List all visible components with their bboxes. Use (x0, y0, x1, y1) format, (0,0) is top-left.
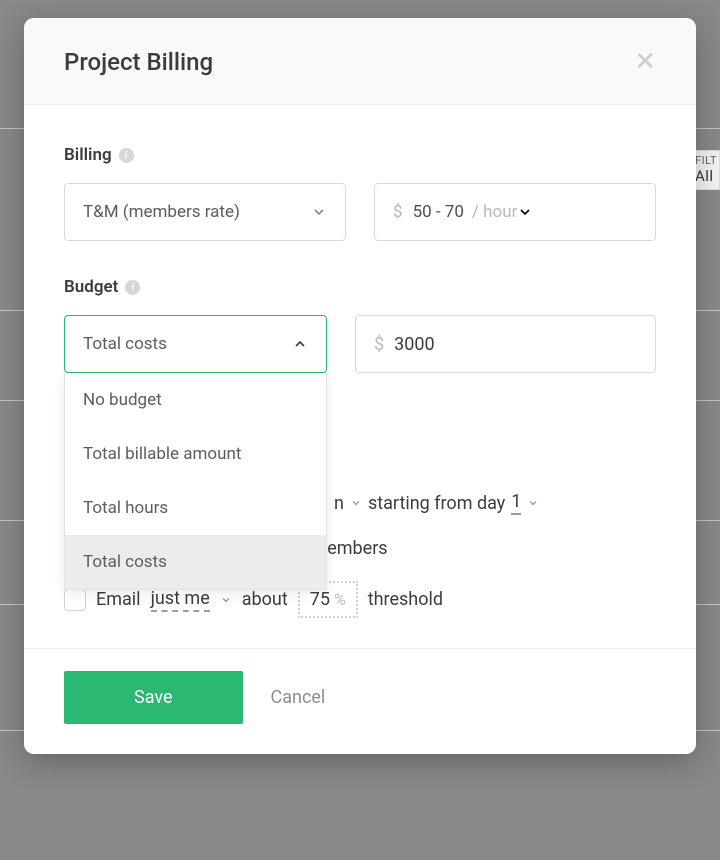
threshold-label: threshold (368, 589, 443, 610)
modal-footer: Save Cancel (24, 648, 696, 754)
close-icon[interactable]: ✕ (634, 49, 656, 75)
modal-body: Billing i T&M (members rate) $ 50 - 70 /… (24, 105, 696, 648)
budget-section-label: Budget i (64, 277, 656, 297)
billing-rate-unit: / hour (472, 202, 517, 222)
billing-type-value: T&M (members rate) (83, 202, 240, 222)
currency-symbol: $ (374, 334, 384, 355)
chevron-down-icon[interactable] (220, 594, 232, 606)
threshold-unit: % (334, 590, 346, 609)
bg-filter-value: All (695, 167, 717, 185)
info-icon[interactable]: i (119, 148, 134, 163)
threshold-value: 75 (310, 589, 330, 610)
budget-type-dropdown: No budget Total billable amount Total ho… (64, 373, 327, 590)
chevron-up-icon (292, 336, 308, 352)
budget-amount-field[interactable]: $ (355, 315, 656, 373)
info-icon[interactable]: i (125, 280, 140, 295)
cancel-button[interactable]: Cancel (271, 687, 326, 708)
budget-option-total-hours[interactable]: Total hours (65, 481, 326, 535)
chevron-down-icon[interactable] (527, 497, 539, 509)
email-who-select[interactable]: just me (151, 588, 210, 612)
email-threshold-checkbox[interactable] (64, 589, 86, 611)
chevron-down-icon (517, 204, 533, 220)
billing-label-text: Billing (64, 145, 112, 165)
budget-type-value: Total costs (83, 334, 167, 354)
email-about-text: about (242, 589, 288, 610)
chevron-down-icon[interactable] (350, 497, 362, 509)
billing-section-label: Billing i (64, 145, 656, 165)
budget-option-total-billable[interactable]: Total billable amount (65, 427, 326, 481)
bg-filter-label: FILT (695, 154, 717, 167)
bg-filter-chip: FILT All (692, 150, 720, 190)
budget-amount-input[interactable] (394, 334, 637, 355)
billing-rate-select[interactable]: $ 50 - 70 / hour (374, 183, 656, 241)
chevron-down-icon (311, 204, 327, 220)
budget-label-text: Budget (64, 277, 118, 297)
modal-title: Project Billing (64, 48, 213, 76)
budget-option-no-budget[interactable]: No budget (65, 373, 326, 427)
save-button[interactable]: Save (64, 671, 243, 724)
billing-type-select[interactable]: T&M (members rate) (64, 183, 346, 241)
currency-symbol: $ (393, 202, 403, 222)
budget-option-total-costs[interactable]: Total costs (65, 535, 326, 589)
reset-starting-text: starting from day (368, 493, 505, 514)
billing-rate-value: 50 - 70 (413, 202, 464, 222)
modal-header: Project Billing ✕ (24, 18, 696, 105)
budget-type-select[interactable]: Total costs (64, 315, 327, 373)
reset-fragment: n (334, 493, 344, 514)
project-billing-modal: Project Billing ✕ Billing i T&M (members… (24, 18, 696, 754)
reset-day-value[interactable]: 1 (511, 491, 521, 515)
email-label-prefix: Email (96, 589, 141, 610)
